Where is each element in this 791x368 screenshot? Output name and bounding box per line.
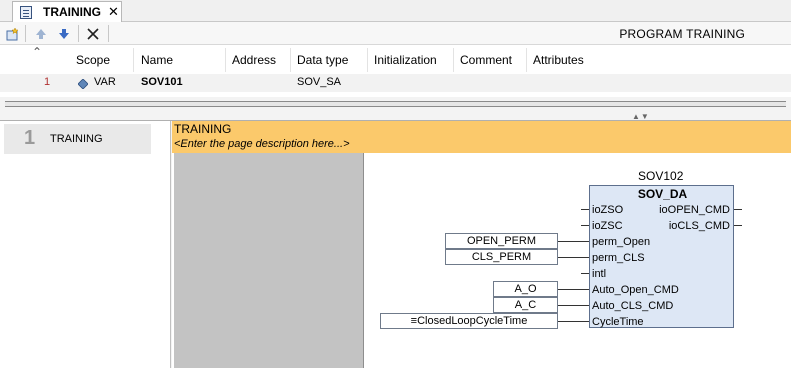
output-pin-ioopen-cmd[interactable]: ioOPEN_CMD	[659, 204, 730, 216]
column-header-name[interactable]: Name	[141, 53, 173, 67]
page-item-training[interactable]: 1 TRAINING	[4, 124, 151, 154]
input-pin-intl[interactable]: intl	[592, 268, 606, 280]
variable-table: ⌃ Scope Name Address Data type Initializ…	[0, 45, 791, 97]
page-number: 1	[24, 127, 36, 149]
column-separator	[225, 48, 226, 72]
toolbar-separator	[78, 25, 79, 42]
column-header-scope[interactable]: Scope	[76, 53, 110, 67]
input-variable-a-c[interactable]: A_C	[493, 297, 558, 313]
name-cell[interactable]: SOV101	[141, 76, 183, 88]
delete-button[interactable]	[84, 25, 102, 42]
input-pin-perm-cls[interactable]: perm_CLS	[592, 252, 645, 264]
pin-stub	[734, 209, 742, 210]
column-header-attributes[interactable]: Attributes	[533, 53, 584, 67]
input-pin-iozsc[interactable]: ioZSC	[592, 220, 623, 232]
function-block[interactable]: SOV_DA ioZSO ioZSC perm_Open perm_CLS in…	[589, 185, 734, 328]
pin-stub	[581, 273, 589, 274]
column-header-comment[interactable]: Comment	[460, 53, 512, 67]
column-header-address[interactable]: Address	[232, 53, 276, 67]
cfc-canvas[interactable]: TRAINING <Enter the page description her…	[172, 121, 791, 368]
column-separator	[133, 48, 134, 72]
page-title: TRAINING	[174, 122, 232, 136]
arrow-up-icon	[36, 28, 46, 39]
input-variable-closedloopcycletime[interactable]: ≡ClosedLoopCycleTime	[380, 313, 558, 329]
editor-splitter[interactable]	[5, 101, 786, 107]
connection-line[interactable]	[558, 241, 589, 242]
editor-toolbar: PROGRAM TRAINING	[0, 22, 791, 45]
toolbar-separator	[108, 25, 109, 42]
collapse-icon[interactable]: ⌃	[32, 45, 42, 59]
table-row[interactable]: 1 VAR SOV101 SOV_SA	[0, 74, 791, 92]
column-separator	[526, 48, 527, 72]
input-variable-a-o[interactable]: A_O	[493, 281, 558, 297]
input-pin-iozso[interactable]: ioZSO	[592, 204, 623, 216]
input-column-area	[174, 153, 364, 368]
tab-title: TRAINING	[43, 5, 101, 19]
document-icon	[20, 6, 32, 19]
row-number: 1	[44, 76, 51, 88]
column-separator	[367, 48, 368, 72]
variable-icon	[77, 78, 89, 92]
scope-cell[interactable]: VAR	[94, 76, 116, 88]
pin-stub	[581, 209, 589, 210]
page-header: TRAINING <Enter the page description her…	[172, 121, 791, 153]
pin-stub	[581, 225, 589, 226]
page-navigator: 1 TRAINING	[0, 121, 171, 368]
document-tab-strip: TRAINING ✕	[0, 0, 791, 22]
page-name: TRAINING	[50, 133, 103, 145]
fb-type-name: SOV_DA	[637, 187, 688, 201]
input-variable-open-perm[interactable]: OPEN_PERM	[445, 233, 558, 249]
connection-line[interactable]	[558, 257, 589, 258]
column-separator	[453, 48, 454, 72]
data-type-cell[interactable]: SOV_SA	[297, 76, 341, 88]
arrow-down-icon	[59, 28, 69, 39]
input-pin-cycletime[interactable]: CycleTime	[592, 316, 644, 328]
column-separator	[290, 48, 291, 72]
input-pin-perm-open[interactable]: perm_Open	[592, 236, 650, 248]
move-down-button[interactable]	[55, 25, 73, 42]
output-pin-iocls-cmd[interactable]: ioCLS_CMD	[669, 220, 730, 232]
column-header-initialization[interactable]: Initialization	[374, 53, 437, 67]
input-variable-cls-perm[interactable]: CLS_PERM	[445, 249, 558, 265]
page-description[interactable]: <Enter the page description here...>	[174, 138, 350, 150]
close-icon[interactable]: ✕	[108, 4, 119, 20]
input-pin-auto-cls-cmd[interactable]: Auto_CLS_CMD	[592, 300, 673, 312]
tab-training[interactable]: TRAINING ✕	[12, 1, 122, 22]
toolbar-separator	[25, 25, 26, 42]
connection-line[interactable]	[558, 321, 589, 322]
connection-line[interactable]	[558, 289, 589, 290]
pin-stub	[734, 225, 742, 226]
column-header-data-type[interactable]: Data type	[297, 53, 348, 67]
move-up-button[interactable]	[32, 25, 50, 42]
input-pin-auto-open-cmd[interactable]: Auto_Open_CMD	[592, 284, 679, 296]
add-variable-icon	[6, 26, 19, 40]
connection-line[interactable]	[558, 305, 589, 306]
program-title: PROGRAM TRAINING	[619, 27, 745, 41]
fb-instance-name[interactable]: SOV102	[638, 169, 683, 183]
add-variable-button[interactable]	[4, 25, 22, 42]
delete-x-icon	[87, 27, 99, 40]
